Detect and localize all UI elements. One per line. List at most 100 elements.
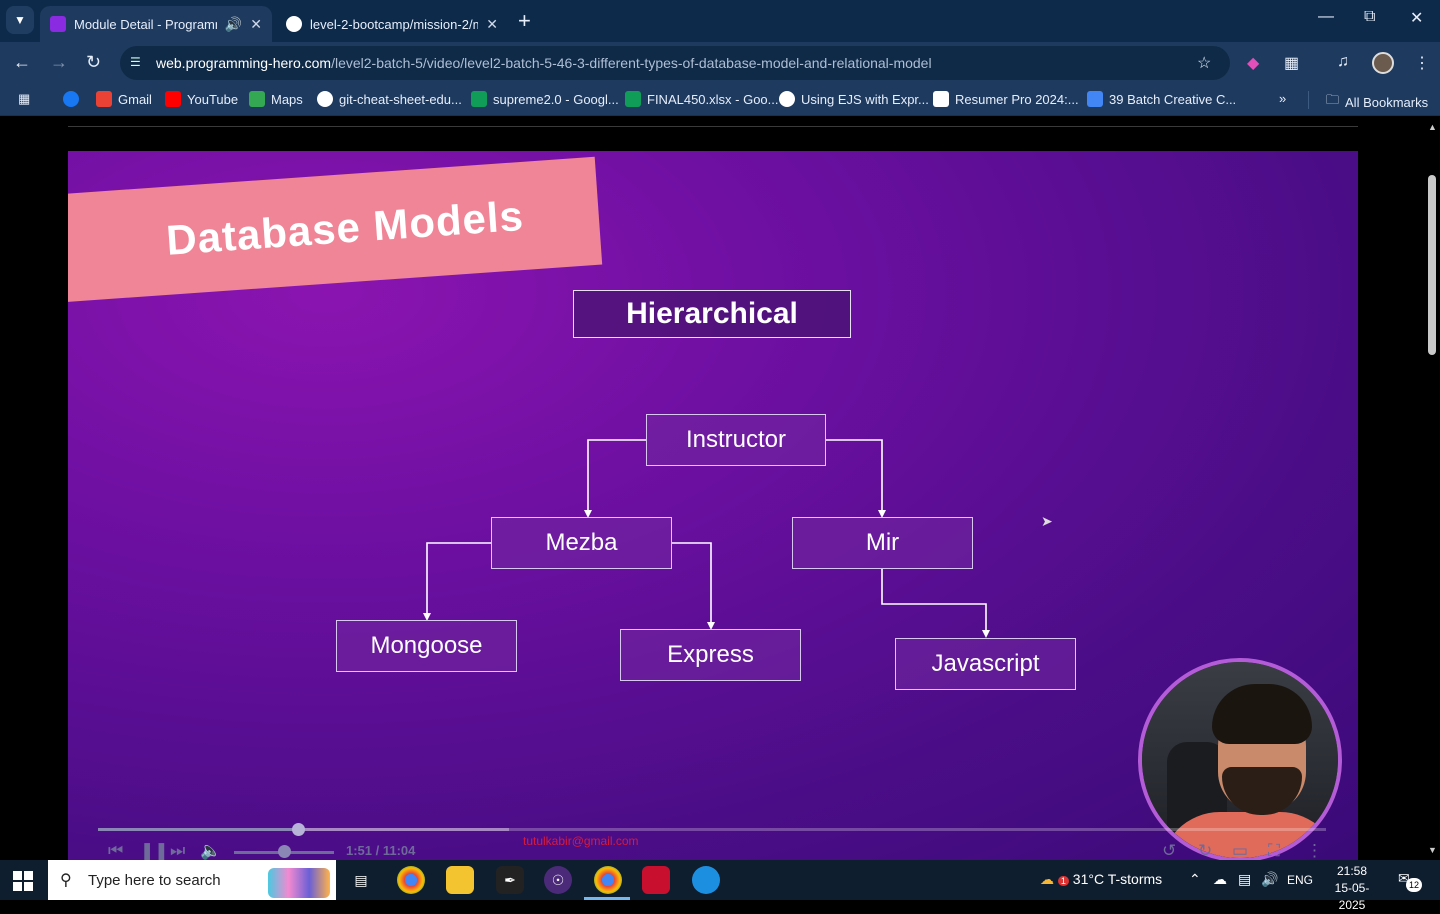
bookmark-ejs[interactable]: Using EJS with Expr... (779, 91, 929, 107)
forward-icon[interactable]: ↻ (1198, 841, 1212, 860)
apps-grid-icon[interactable]: ▦ (18, 91, 30, 107)
restore-icon[interactable]: ⧉ (1364, 8, 1375, 26)
bookmark-youtube[interactable]: YouTube (165, 91, 238, 107)
chrome-icon[interactable] (397, 866, 425, 894)
node-mezba: Mezba (491, 517, 672, 569)
close-tab-icon[interactable]: ✕ (486, 16, 498, 33)
bookmark-39-batch[interactable]: 39 Batch Creative C... (1087, 91, 1236, 107)
docker-icon[interactable] (692, 866, 720, 894)
network-icon[interactable]: ▤ (1238, 871, 1251, 888)
tab-strip: ▼ Module Detail - Programmi 🔊 ✕ level-2-… (0, 0, 1440, 42)
clock-date: 15-05-2025 (1334, 881, 1370, 912)
rewind-icon[interactable]: ↺ (1162, 841, 1176, 860)
played-range (98, 828, 299, 831)
extension-icon[interactable]: ◆ (1247, 53, 1259, 73)
seek-bar[interactable] (98, 823, 1326, 836)
email-watermark: tutulkabir@gmail.com (523, 834, 639, 848)
chrome-profile-icon[interactable] (594, 866, 622, 894)
volume-handle[interactable] (278, 845, 291, 858)
close-window-icon[interactable]: ✕ (1410, 8, 1423, 28)
close-tab-icon[interactable]: ✕ (250, 16, 262, 33)
connector-mezba-express (672, 542, 712, 623)
bookmark-label: YouTube (187, 91, 239, 107)
pause-icon[interactable]: ❚❚ (140, 841, 169, 860)
bookmark-resumer[interactable]: Resumer Pro 2024:... (933, 91, 1079, 107)
bookmark-supreme[interactable]: supreme2.0 - Googl... (471, 91, 619, 107)
forward-arrow-icon[interactable]: → (50, 52, 68, 73)
volume-icon[interactable]: 🔈 (200, 841, 221, 860)
bookmark-gmail[interactable]: Gmail (96, 91, 152, 107)
scroll-up-icon[interactable]: ▲ (1428, 122, 1437, 132)
task-view-icon[interactable]: ▤ (347, 866, 375, 894)
url-host: web.programming-hero.com (156, 55, 332, 71)
weather-widget[interactable]: ☁ 1 31°C T-storms (1040, 871, 1162, 888)
mcafee-icon[interactable] (642, 866, 670, 894)
bookmark-label: Using EJS with Expr... (801, 91, 929, 107)
taskbar-search-box[interactable]: ⚲ Type here to search (48, 860, 336, 900)
more-bookmarks-chevron-icon[interactable]: » (1279, 91, 1286, 106)
media-controls-icon[interactable]: ♫ (1337, 53, 1349, 71)
search-icon: ⚲ (60, 872, 72, 889)
back-arrow-icon[interactable]: ← (13, 52, 31, 73)
programming-hero-favicon-icon (50, 16, 66, 32)
google-sheets-icon (471, 91, 487, 107)
tab-search-button[interactable]: ▼ (6, 6, 34, 34)
scrollbar-thumb[interactable] (1428, 175, 1436, 355)
cloud-offline-icon[interactable]: ☁ (1213, 871, 1227, 888)
bookmark-final450[interactable]: FINAL450.xlsx - Goo... (625, 91, 779, 107)
bookmark-label: git-cheat-sheet-edu... (339, 91, 462, 107)
more-options-icon[interactable]: ⋮ (1306, 841, 1323, 860)
bookmark-label: Maps (271, 91, 303, 107)
youtube-icon (165, 91, 181, 107)
node-mongoose: Mongoose (336, 620, 517, 672)
system-clock[interactable]: 21:58 15-05-2025 (1322, 863, 1382, 914)
scroll-down-icon[interactable]: ▼ (1428, 845, 1437, 855)
tab-github[interactable]: level-2-bootcamp/mission-2/m ✕ (276, 6, 508, 42)
google-sheets-icon (625, 91, 641, 107)
maps-icon (249, 91, 265, 107)
search-highlight-image (268, 868, 330, 898)
connector-mir-javascript (881, 569, 987, 631)
video-player[interactable]: Database Models Hierarchical Instructor … (68, 151, 1358, 860)
clock-time: 21:58 (1336, 864, 1368, 878)
bookmark-git-cheat-sheet[interactable]: git-cheat-sheet-edu... (317, 91, 462, 107)
connector-instructor-mezba (587, 439, 646, 511)
tab-title: Module Detail - Programmi (74, 16, 217, 32)
search-placeholder: Type here to search (88, 871, 221, 889)
player-controls: ⏮ ❚❚ ⏭ 🔈 1:51 / 11:04 tutulkabir@gmail.c… (68, 821, 1358, 860)
bookmark-facebook[interactable] (63, 91, 79, 107)
tray-expand-chevron-icon[interactable]: ⌃ (1189, 871, 1201, 888)
file-explorer-icon[interactable] (446, 866, 474, 894)
windows-start-icon[interactable] (13, 871, 33, 891)
speaker-icon[interactable]: 🔊 (1261, 871, 1278, 888)
previous-icon[interactable]: ⏮ (108, 841, 123, 860)
address-bar[interactable]: web.programming-hero.com/level2-batch-5/… (120, 46, 1230, 80)
url-path: /level2-batch-5/video/level2-batch-5-46-… (331, 55, 932, 71)
fullscreen-icon[interactable]: ⛶ (1268, 841, 1280, 860)
bookmark-star-icon[interactable]: ☆ (1197, 53, 1211, 73)
app-icon[interactable]: ✒ (496, 866, 524, 894)
reload-icon[interactable]: ↻ (86, 52, 101, 73)
language-indicator[interactable]: ENG (1287, 873, 1313, 887)
next-icon[interactable]: ⏭ (170, 841, 185, 860)
menu-kebab-icon[interactable]: ⋮ (1414, 53, 1430, 73)
bookmark-label: supreme2.0 - Googl... (493, 91, 619, 107)
picture-in-picture-icon[interactable]: ▭ (1232, 841, 1248, 860)
github-icon (286, 16, 302, 32)
bookmark-maps[interactable]: Maps (249, 91, 303, 107)
gmail-icon (96, 91, 112, 107)
puzzle-icon[interactable]: ▦ (1284, 53, 1299, 73)
bookmark-label: Resumer Pro 2024:... (955, 91, 1079, 107)
tab-module-detail[interactable]: Module Detail - Programmi 🔊 ✕ (40, 6, 272, 42)
new-tab-button[interactable]: + (518, 8, 531, 34)
site-settings-icon[interactable]: ☰ (130, 55, 144, 69)
minimize-icon[interactable]: — (1318, 8, 1334, 26)
profile-avatar[interactable] (1372, 52, 1394, 74)
all-bookmarks-folder[interactable]: 🗀 All Bookmarks (1326, 91, 1428, 113)
app-icon[interactable]: ☉ (544, 866, 572, 894)
speaker-icon[interactable]: 🔊 (225, 16, 242, 33)
browser-toolbar: ← → ↻ web.programming-hero.com/level2-ba… (0, 42, 1440, 84)
node-instructor: Instructor (646, 414, 826, 466)
seek-handle[interactable] (292, 823, 306, 836)
connector-instructor-mir (826, 439, 883, 511)
